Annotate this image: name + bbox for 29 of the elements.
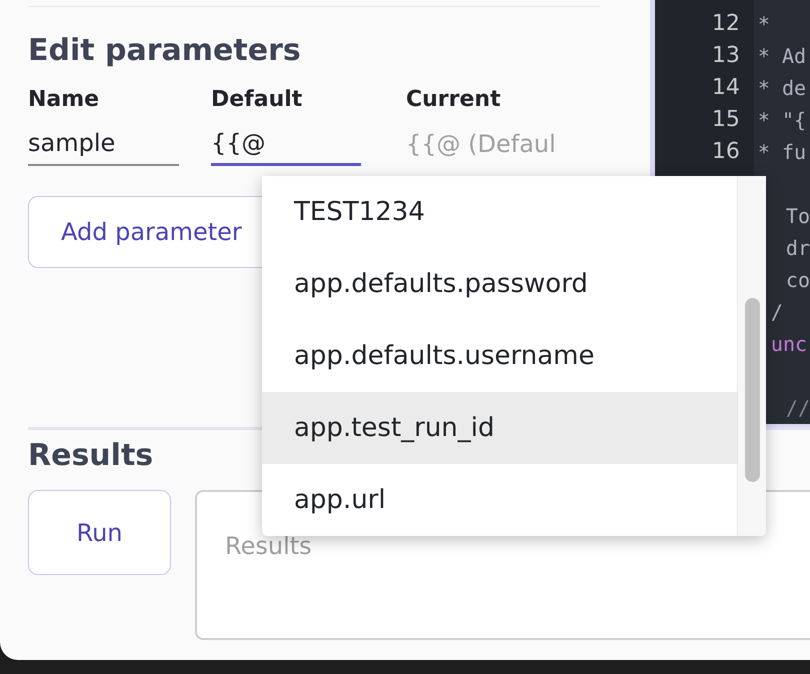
column-header: Default (211, 86, 304, 114)
scrollbar-thumb[interactable] (745, 298, 760, 482)
code-text: // (786, 396, 810, 420)
default-field[interactable]: {{@ (211, 122, 361, 166)
section-title: Results (28, 437, 154, 475)
suggestion-item[interactable]: app.url (262, 464, 737, 536)
code-text: To (786, 204, 810, 228)
column-header: Name (28, 86, 100, 114)
code-text: / (770, 300, 783, 324)
line-number: 12 (712, 11, 740, 36)
code-text: co (786, 268, 810, 292)
current-field[interactable]: {{@ (Defaul (406, 122, 596, 166)
line-number: 16 (712, 139, 740, 164)
code-text: * (758, 12, 770, 36)
line-number: 15 (712, 107, 740, 132)
code-text: * Ad (758, 44, 806, 68)
run-button[interactable]: Run (28, 490, 171, 575)
name-field[interactable]: sample (28, 122, 179, 166)
line-number: 13 (712, 43, 740, 68)
code-text: * "{ (758, 108, 806, 132)
column-header: Current (406, 86, 501, 114)
suggestion-item[interactable]: TEST1234 (262, 176, 737, 248)
section-title: Edit parameters (28, 32, 302, 70)
code-text: unc (770, 332, 808, 356)
suggestion-item[interactable]: app.test_run_id (262, 392, 737, 464)
line-number: 14 (712, 75, 740, 100)
code-text: dr (786, 236, 810, 260)
code-text: * de (758, 76, 806, 100)
code-text: * fu (758, 140, 806, 164)
